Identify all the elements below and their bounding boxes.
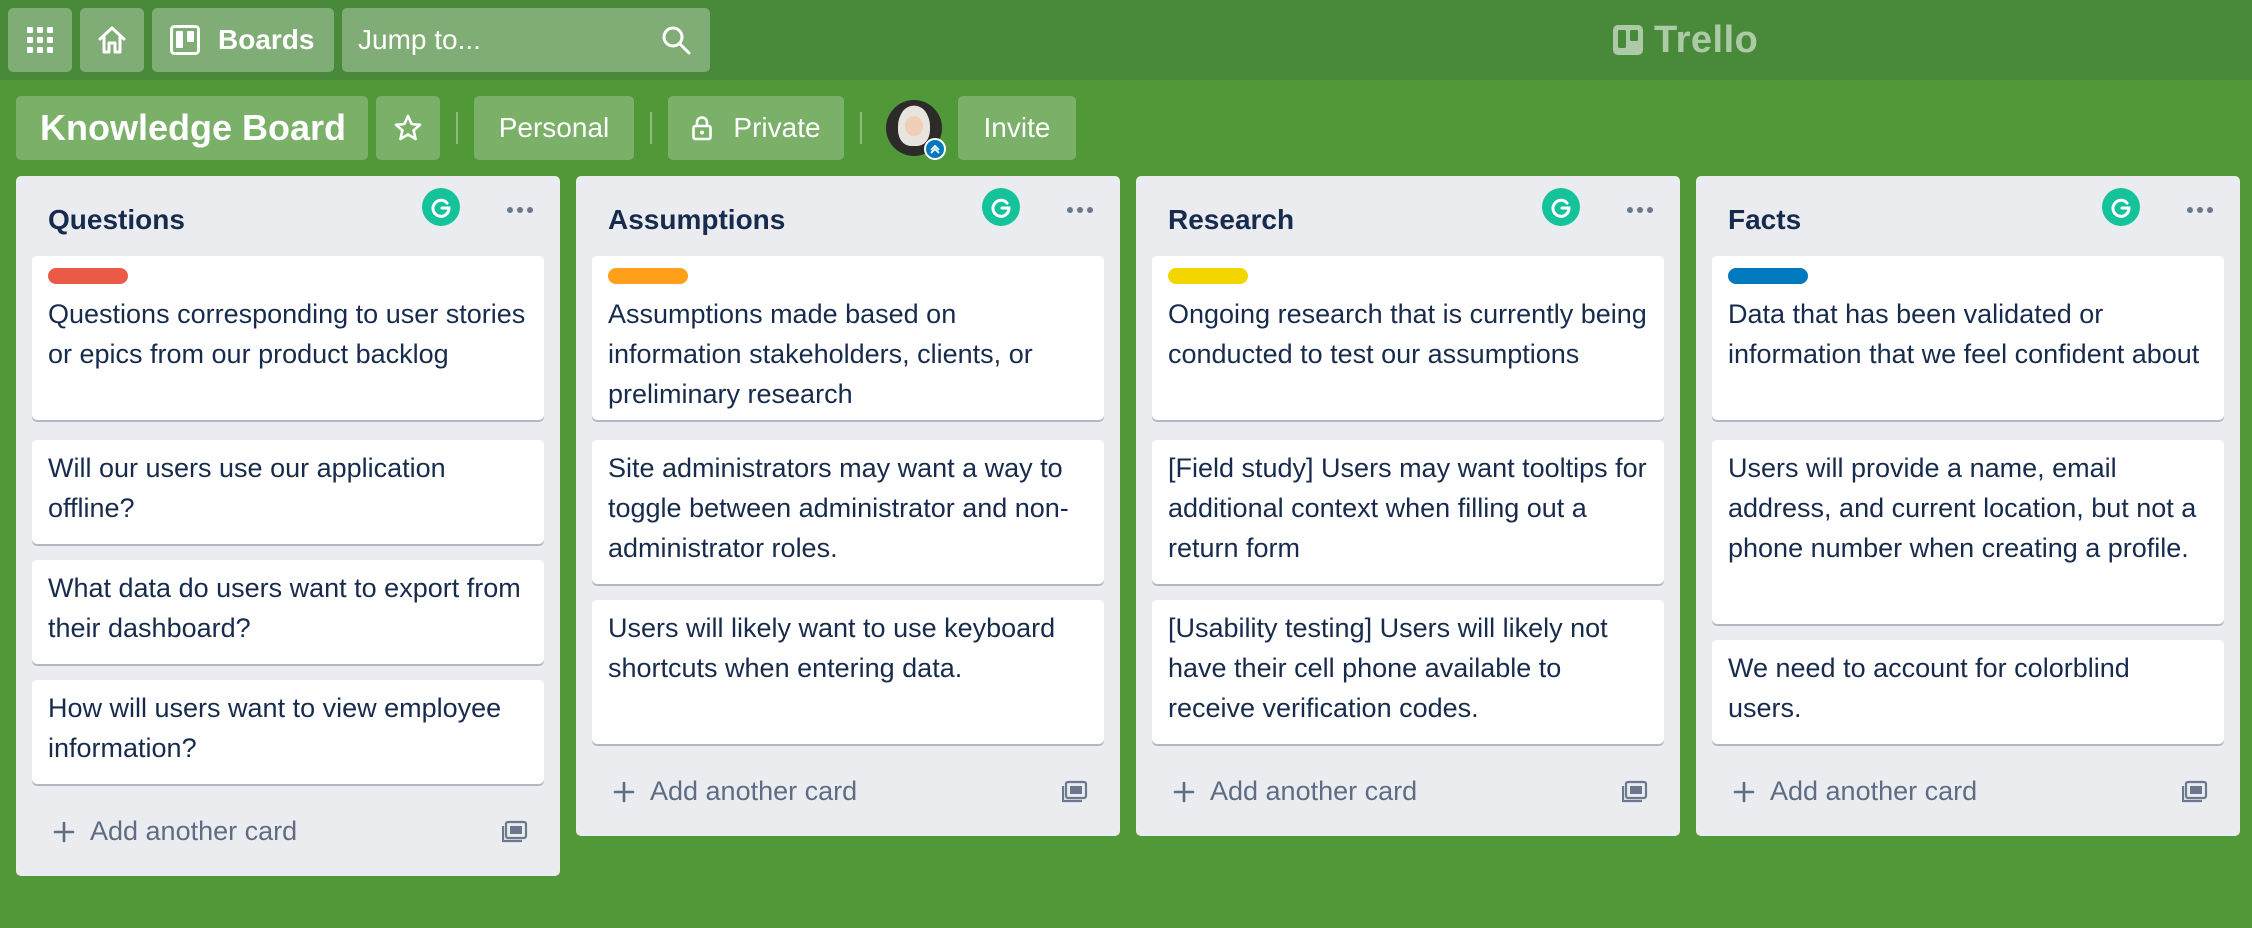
boards-button[interactable]: Boards [152, 8, 334, 72]
list-menu-button[interactable] [1620, 196, 1660, 224]
home-icon [98, 26, 126, 54]
card-template-icon[interactable] [2182, 780, 2208, 804]
lock-icon [692, 116, 713, 141]
ellipsis-icon [1067, 207, 1093, 213]
list-title[interactable]: Facts [1728, 204, 1801, 236]
avatar-face [905, 116, 923, 136]
trello-logo[interactable]: Trello [1612, 18, 1758, 62]
add-card-label: Add another card [1210, 776, 1418, 806]
member-avatar[interactable] [886, 100, 946, 160]
card[interactable]: Ongoing research that is currently being… [1152, 256, 1664, 420]
card-text: Questions corresponding to user stories … [48, 299, 526, 369]
trello-logo-icon [1613, 25, 1643, 55]
list-research: Research Ongoing research that is curren… [1136, 176, 1680, 836]
card-text: Users will likely want to use keyboard s… [608, 613, 1056, 683]
card-text: Ongoing research that is currently being… [1168, 299, 1647, 369]
card-template-icon[interactable] [502, 820, 528, 844]
card-text: What data do users want to export from t… [48, 573, 521, 643]
team-visibility-button[interactable]: Personal [474, 96, 634, 160]
plus-icon [1733, 781, 1755, 802]
list-title[interactable]: Questions [48, 204, 185, 236]
search-placeholder: Jump to... [358, 24, 481, 55]
grammarly-icon[interactable] [2102, 188, 2140, 226]
card-text: Data that has been validated or informat… [1728, 299, 2200, 369]
ellipsis-icon [507, 207, 533, 213]
card-text: Users will provide a name, email address… [1728, 453, 2197, 563]
grammarly-icon[interactable] [982, 188, 1020, 226]
add-card-label: Add another card [650, 776, 858, 806]
card[interactable]: How will users want to view employee inf… [32, 680, 544, 784]
card[interactable]: Users will likely want to use keyboard s… [592, 600, 1104, 744]
card[interactable]: What data do users want to export from t… [32, 560, 544, 664]
admin-badge-icon [924, 138, 946, 160]
add-card-label: Add another card [90, 816, 298, 846]
card-text: How will users want to view employee inf… [48, 693, 502, 763]
list-title[interactable]: Research [1168, 204, 1294, 236]
card-text: We need to account for colorblind users. [1728, 653, 2130, 723]
board-icon [170, 25, 200, 55]
list-facts: Facts Data that has been validated or in… [1696, 176, 2240, 836]
add-card-button[interactable]: Add another card [612, 776, 857, 807]
grammarly-icon[interactable] [1542, 188, 1580, 226]
logo-text: Trello [1654, 18, 1759, 61]
add-card-button[interactable]: Add another card [1732, 776, 1977, 807]
card[interactable]: Questions corresponding to user stories … [32, 256, 544, 420]
header-divider [860, 112, 862, 144]
list-assumptions: Assumptions Assumptions made based on in… [576, 176, 1120, 836]
invite-button[interactable]: Invite [958, 96, 1076, 160]
card[interactable]: We need to account for colorblind users. [1712, 640, 2224, 744]
card-label [48, 268, 128, 284]
plus-icon [1173, 781, 1195, 802]
card-text: Site administrators may want a way to to… [608, 453, 1069, 563]
board-title[interactable]: Knowledge Board [16, 96, 368, 160]
card[interactable]: [Field study] Users may want tooltips fo… [1152, 440, 1664, 584]
star-board-button[interactable] [376, 96, 440, 160]
add-card-button[interactable]: Add another card [52, 816, 297, 847]
list-title[interactable]: Assumptions [608, 204, 785, 236]
card-text: [Field study] Users may want tooltips fo… [1168, 453, 1647, 563]
card-label [1728, 268, 1808, 284]
plus-icon [53, 821, 75, 842]
privacy-button[interactable]: Private [668, 96, 844, 160]
card-template-icon[interactable] [1622, 780, 1648, 804]
card[interactable]: Site administrators may want a way to to… [592, 440, 1104, 584]
jump-to-search-input[interactable]: Jump to... [342, 8, 710, 72]
top-nav-bar: Boards Jump to... Trello [0, 0, 2252, 80]
list-menu-button[interactable] [2180, 196, 2220, 224]
list-menu-button[interactable] [1060, 196, 1100, 224]
add-card-button[interactable]: Add another card [1172, 776, 1417, 807]
card-label [1168, 268, 1248, 284]
header-divider [650, 112, 652, 144]
apps-button[interactable] [8, 8, 72, 72]
card-template-icon[interactable] [1062, 780, 1088, 804]
home-button[interactable] [80, 8, 144, 72]
plus-icon [613, 781, 635, 802]
ellipsis-icon [2187, 207, 2213, 213]
header-divider [456, 112, 458, 144]
star-icon [394, 114, 422, 141]
grammarly-icon[interactable] [422, 188, 460, 226]
card-text: [Usability testing] Users will likely no… [1168, 613, 1608, 723]
search-icon [662, 26, 691, 55]
card[interactable]: Data that has been validated or informat… [1712, 256, 2224, 420]
list-menu-button[interactable] [500, 196, 540, 224]
privacy-label: Private [733, 112, 821, 143]
add-card-label: Add another card [1770, 776, 1978, 806]
card[interactable]: Users will provide a name, email address… [1712, 440, 2224, 624]
grid-icon [27, 27, 53, 53]
card[interactable]: [Usability testing] Users will likely no… [1152, 600, 1664, 744]
card[interactable]: Assumptions made based on information st… [592, 256, 1104, 420]
card-label [608, 268, 688, 284]
boards-label: Boards [218, 24, 315, 55]
ellipsis-icon [1627, 207, 1653, 213]
card-text: Will our users use our application offli… [48, 453, 446, 523]
list-questions: Questions Questions corresponding to use… [16, 176, 560, 876]
card[interactable]: Will our users use our application offli… [32, 440, 544, 544]
card-text: Assumptions made based on information st… [608, 299, 1033, 409]
